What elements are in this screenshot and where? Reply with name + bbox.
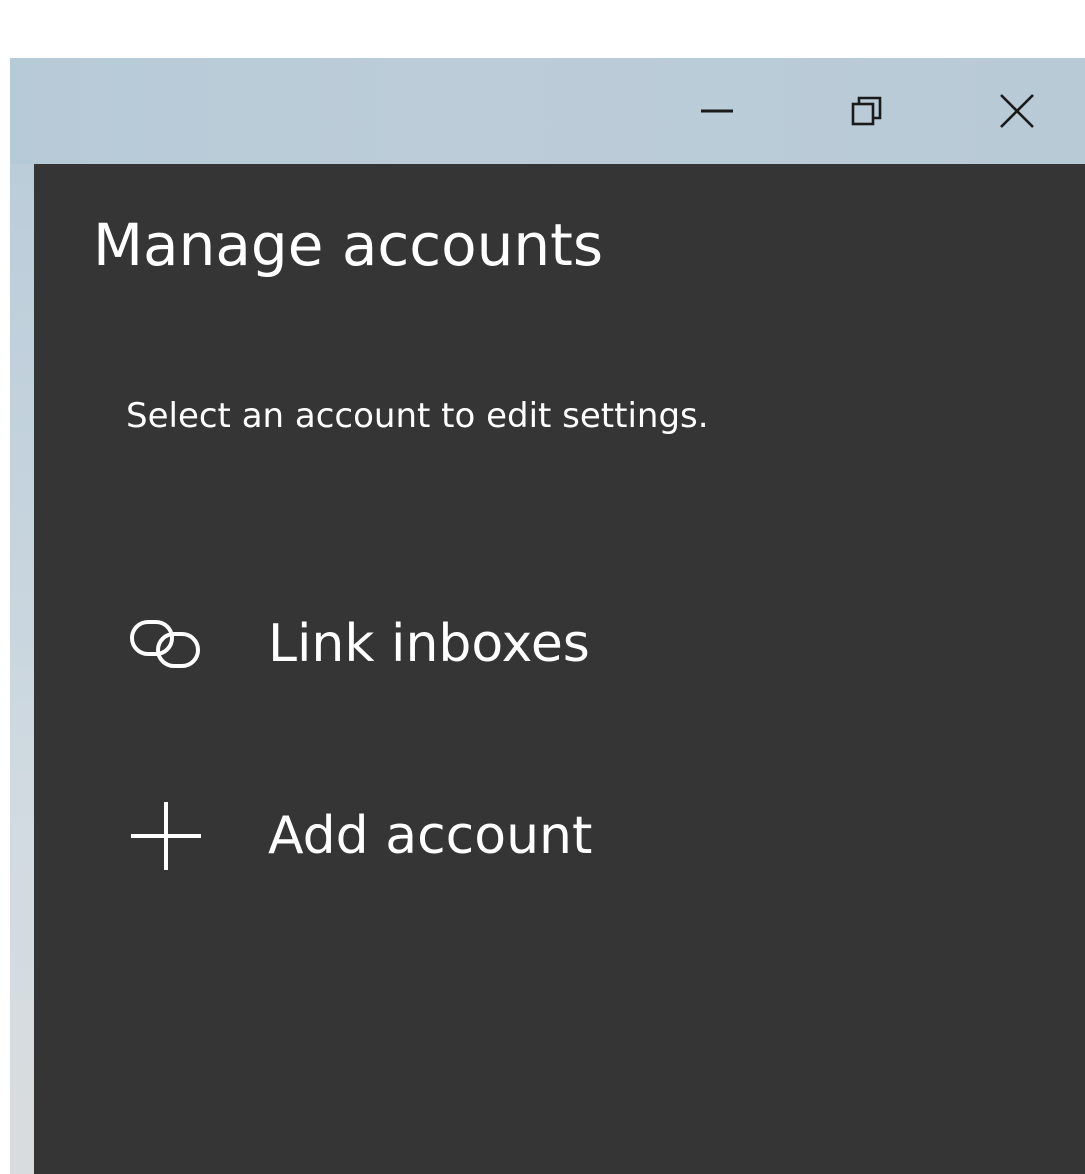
link-icon	[126, 604, 206, 684]
plus-icon	[126, 796, 206, 876]
title-bar[interactable]	[10, 58, 1085, 164]
add-account-button[interactable]: Add account	[126, 786, 826, 886]
manage-accounts-pane: Manage accounts Select an account to edi…	[34, 164, 1085, 1174]
minimize-button[interactable]	[647, 58, 787, 164]
page-title: Manage accounts	[93, 211, 604, 279]
close-icon	[999, 93, 1035, 129]
restore-button[interactable]	[797, 58, 937, 164]
link-inboxes-button[interactable]: Link inboxes	[126, 594, 826, 694]
close-button[interactable]	[947, 58, 1085, 164]
add-account-label: Add account	[268, 806, 593, 866]
page-subtitle: Select an account to edit settings.	[126, 396, 709, 436]
link-inboxes-label: Link inboxes	[268, 614, 590, 674]
restore-icon	[849, 93, 885, 129]
minimize-icon	[699, 93, 735, 129]
